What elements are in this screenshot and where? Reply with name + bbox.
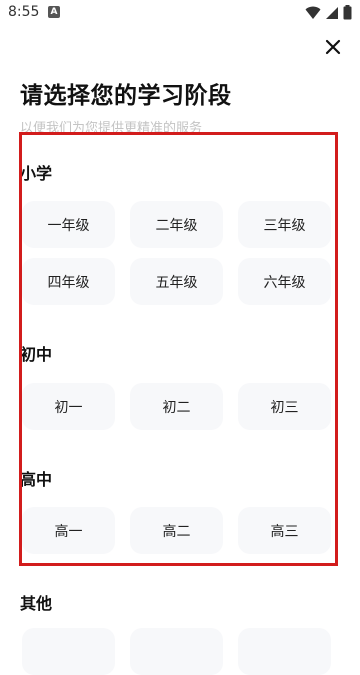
grade-button-middle-3[interactable]: 初三 — [238, 383, 331, 430]
grade-button-primary-1[interactable]: 一年级 — [22, 201, 115, 248]
grade-button-middle-2[interactable]: 初二 — [130, 383, 223, 430]
section-title-primary: 小学 — [20, 164, 53, 183]
status-bar: 8:55 A — [0, 0, 360, 26]
section-title-other: 其他 — [20, 594, 53, 613]
grade-button-high-3[interactable]: 高三 — [238, 507, 331, 554]
highlight-box — [19, 132, 338, 566]
status-icons — [305, 5, 352, 20]
grade-button-middle-1[interactable]: 初一 — [22, 383, 115, 430]
grade-button-high-2[interactable]: 高二 — [130, 507, 223, 554]
grade-button-primary-5[interactable]: 五年级 — [130, 258, 223, 305]
grade-button-other-3[interactable] — [238, 628, 331, 675]
grade-button-high-1[interactable]: 高一 — [22, 507, 115, 554]
section-title-high: 高中 — [20, 470, 53, 489]
status-time: 8:55 — [8, 4, 40, 20]
grade-button-primary-2[interactable]: 二年级 — [130, 201, 223, 248]
wifi-icon — [305, 6, 321, 19]
signal-icon — [326, 6, 338, 19]
grade-button-primary-6[interactable]: 六年级 — [238, 258, 331, 305]
grade-button-primary-4[interactable]: 四年级 — [22, 258, 115, 305]
grade-button-other-2[interactable] — [130, 628, 223, 675]
grade-button-primary-3[interactable]: 三年级 — [238, 201, 331, 248]
notification-badge: A — [48, 6, 60, 18]
page-subtitle: 以便我们为您提供更精准的服务 — [20, 121, 203, 136]
battery-icon — [343, 5, 352, 20]
page-title: 请选择您的学习阶段 — [20, 83, 232, 109]
close-button[interactable] — [320, 34, 346, 60]
close-icon — [325, 39, 341, 55]
grade-button-other-1[interactable] — [22, 628, 115, 675]
section-title-middle: 初中 — [20, 345, 53, 364]
